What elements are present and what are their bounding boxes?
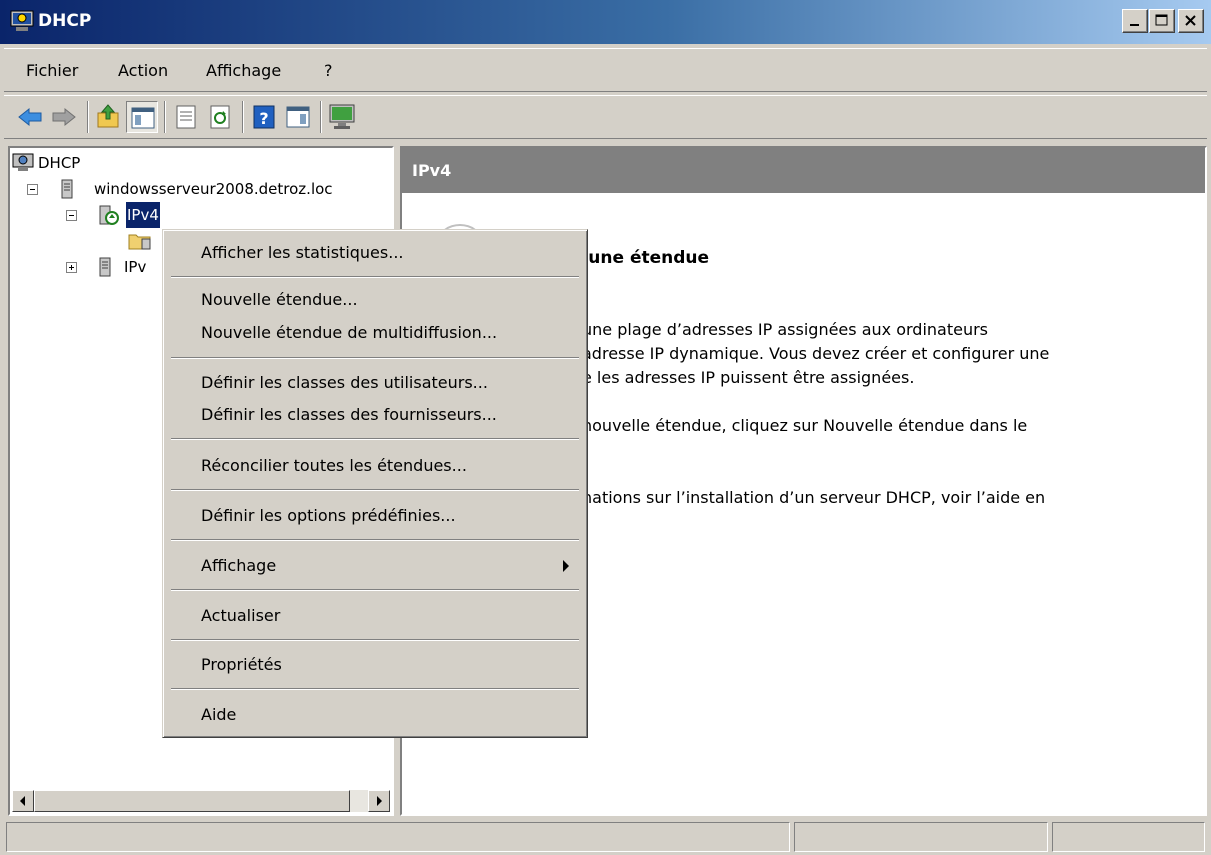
expand-toggle[interactable] [66, 262, 77, 273]
menu-item-aide[interactable]: Aide [201, 705, 236, 724]
menu-item-options-predefinies[interactable]: Définir les options prédéfinies... [201, 506, 456, 525]
dhcp-console-icon[interactable] [326, 101, 358, 133]
server-icon [99, 257, 111, 277]
server-icon [61, 179, 73, 199]
dhcp-app-icon [10, 10, 34, 31]
details-line: adresse IP dynamique. Vous devez créer e… [582, 344, 1050, 363]
details-line: une plage d’adresses IP assignées aux or… [582, 320, 988, 339]
menu-help[interactable]: ? [324, 61, 333, 80]
menu-item-classes-utilisateurs[interactable]: Définir les classes des utilisateurs... [201, 373, 488, 392]
details-heading: r une étendue [574, 248, 710, 268]
tree-label-ipv4: IPv4 [126, 202, 160, 228]
close-button[interactable] [1178, 9, 1204, 33]
collapse-toggle[interactable] [66, 210, 77, 221]
status-bar [4, 822, 1207, 852]
back-arrow-icon[interactable] [14, 101, 46, 133]
dhcp-icon [12, 153, 34, 171]
tree-label-ipv6: IPv [124, 258, 147, 276]
status-panel [794, 822, 1048, 852]
refresh-icon[interactable] [204, 101, 236, 133]
context-menu: Afficher les statistiques... Nouvelle ét… [162, 229, 588, 738]
export-list-icon[interactable] [170, 101, 202, 133]
menu-item-nouvelle-etendue[interactable]: Nouvelle étendue... [201, 290, 358, 309]
tree-label-server: windowsserveur2008.detroz.loc [94, 180, 333, 198]
show-hide-action-pane-icon[interactable] [282, 101, 314, 133]
scroll-thumb[interactable] [34, 790, 350, 812]
window-title: DHCP [38, 11, 92, 31]
forward-arrow-icon[interactable] [48, 101, 80, 133]
menu-item-classes-fournisseurs[interactable]: Définir les classes des fournisseurs... [201, 405, 497, 424]
tree-item-ipv4[interactable]: IPv4 [12, 202, 392, 228]
menu-item-actualiser[interactable]: Actualiser [201, 606, 280, 625]
scroll-left-button[interactable] [12, 790, 34, 812]
menu-item-nouvelle-etendue-multidiffusion[interactable]: Nouvelle étendue de multidiffusion... [201, 323, 497, 342]
submenu-arrow-icon [563, 560, 569, 572]
menu-affichage[interactable]: Affichage [206, 61, 281, 80]
menu-fichier[interactable]: Fichier [26, 61, 78, 80]
show-hide-console-tree-icon[interactable] [126, 101, 158, 133]
collapse-toggle[interactable] [27, 184, 38, 195]
ipv4-icon [99, 205, 119, 225]
menu-item-proprietes[interactable]: Propriétés [201, 655, 282, 674]
menu-item-afficher-statistiques[interactable]: Afficher les statistiques... [201, 243, 404, 262]
title-bar: DHCP [0, 0, 1211, 44]
folder-icon [128, 234, 151, 250]
toolbar: ? [4, 95, 1207, 139]
minimize-button[interactable] [1122, 9, 1148, 33]
status-panel [6, 822, 790, 852]
tree-horizontal-scrollbar[interactable] [12, 790, 390, 812]
up-folder-icon[interactable] [92, 101, 124, 133]
scroll-right-button[interactable] [368, 790, 390, 812]
menu-item-reconcilier[interactable]: Réconcilier toutes les étendues... [201, 456, 467, 475]
help-icon[interactable]: ? [248, 101, 280, 133]
menu-bar: Fichier Action Affichage ? [4, 48, 1207, 92]
status-panel [1052, 822, 1205, 852]
details-line: e les adresses IP puissent être assignée… [582, 368, 915, 387]
details-line: nouvelle étendue, cliquez sur Nouvelle é… [582, 416, 1028, 435]
tree-label-dhcp: DHCP [38, 154, 81, 172]
menu-action[interactable]: Action [118, 61, 168, 80]
menu-item-affichage[interactable]: Affichage [201, 556, 276, 575]
maximize-button[interactable] [1149, 9, 1175, 33]
svg-text:?: ? [259, 109, 268, 128]
details-header-title: IPv4 [412, 161, 452, 180]
details-line: nations sur l’installation d’un serveur … [582, 488, 1046, 507]
details-header: IPv4 [402, 148, 1205, 193]
